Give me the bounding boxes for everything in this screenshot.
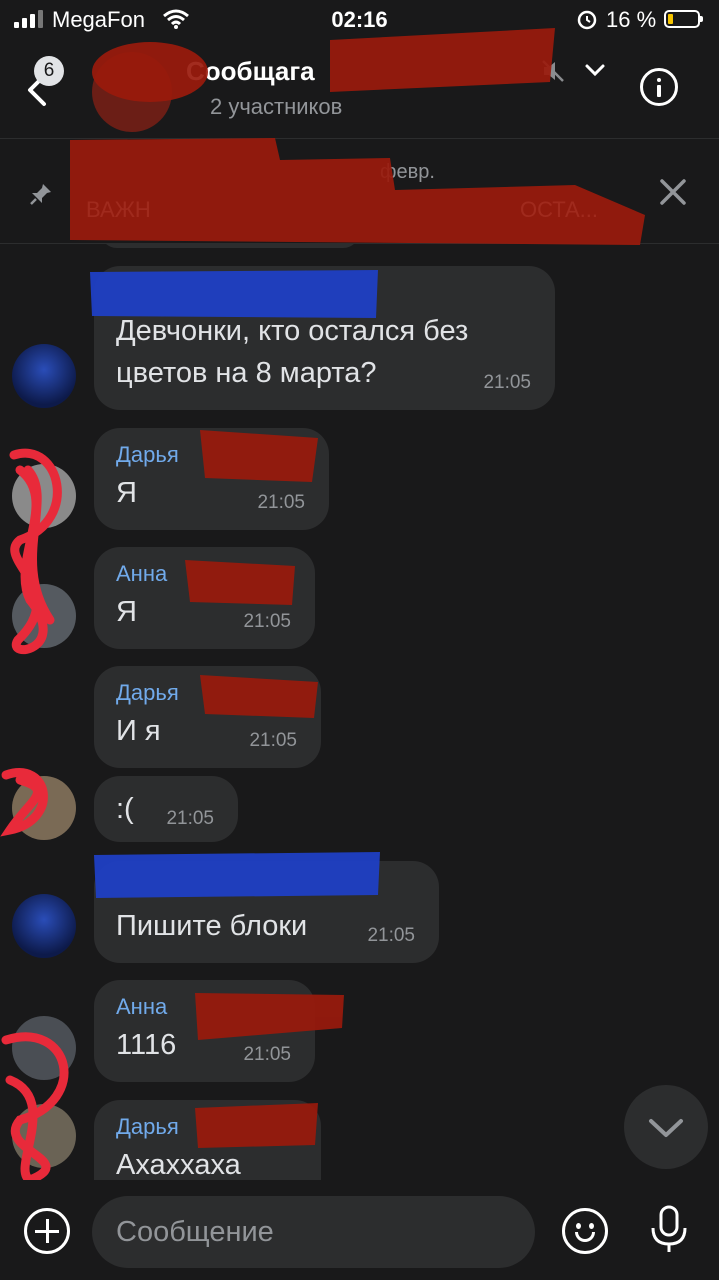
avatar[interactable]	[12, 776, 76, 840]
info-button[interactable]	[640, 68, 678, 106]
muted-speaker-icon	[542, 60, 564, 82]
message-time: 21:05	[166, 808, 214, 829]
message-bubble[interactable]: Дарья Я 21:05	[94, 428, 329, 530]
chat-members-count[interactable]: 2 участников	[210, 94, 342, 120]
avatar[interactable]	[12, 464, 76, 528]
chat-title[interactable]: Сообщага	[186, 56, 315, 87]
alarm-icon	[577, 10, 597, 30]
message-time: 21:05	[483, 372, 531, 393]
chevron-down-icon	[649, 1119, 683, 1137]
close-icon[interactable]	[656, 175, 690, 209]
sender-name[interactable]: Анна	[116, 561, 293, 591]
message-time: 21:05	[243, 611, 291, 632]
unread-badge: 6	[34, 56, 64, 86]
battery-icon	[664, 10, 703, 28]
message-composer: Сообщение	[0, 1180, 719, 1280]
avatar[interactable]	[12, 894, 76, 958]
pinned-text: ВАЖН	[86, 197, 151, 222]
message-time: 21:05	[367, 925, 415, 946]
chat-header: 6 Сообщага 2 участников	[0, 40, 719, 139]
sender-name[interactable]: Дарья	[116, 442, 307, 472]
sender-name[interactable]	[116, 280, 533, 310]
smile-icon[interactable]	[562, 1208, 608, 1254]
message-bubble[interactable]: Анна 1116 21:05	[94, 980, 315, 1082]
pin-icon	[30, 184, 51, 205]
message-time: 21:05	[243, 1044, 291, 1065]
message-list[interactable]: Девчонки, кто остался без цветов на 8 ма…	[0, 244, 719, 1180]
message-bubble[interactable]: Дарья Ахаххаха	[94, 1100, 321, 1180]
pinned-text-tail: ОСТА...	[520, 197, 598, 222]
sender-name[interactable]: Анна	[116, 994, 293, 1024]
message-time: 21:05	[249, 730, 297, 751]
avatar[interactable]	[12, 1104, 76, 1168]
sender-name[interactable]: Дарья	[116, 1114, 299, 1144]
pinned-date: февр.	[380, 161, 435, 183]
message-time: 21:05	[257, 492, 305, 513]
status-bar: MegaFon 02:16 16 %	[0, 0, 719, 40]
scroll-down-button[interactable]	[624, 1085, 708, 1169]
message-bubble[interactable]: Девчонки, кто остался без цветов на 8 ма…	[94, 266, 555, 410]
message-bubble[interactable]	[100, 244, 360, 248]
avatar[interactable]	[12, 1016, 76, 1080]
avatar[interactable]	[12, 344, 76, 408]
battery-percent: 16 %	[606, 7, 657, 32]
message-text: Девчонки, кто остался без цветов на 8 ма…	[116, 315, 469, 389]
message-input[interactable]: Сообщение	[92, 1196, 535, 1268]
pinned-message[interactable]: февр. ВАЖН ОСТА...	[0, 139, 719, 244]
microphone-icon[interactable]	[648, 1204, 690, 1256]
message-bubble[interactable]: Дарья И я 21:05	[94, 666, 321, 768]
sender-name[interactable]: Дарья	[116, 680, 299, 710]
sender-name[interactable]	[116, 875, 417, 905]
plus-circle-icon[interactable]	[24, 1208, 70, 1254]
message-bubble[interactable]: :( 21:05	[94, 776, 238, 842]
chat-avatar[interactable]	[92, 52, 172, 132]
message-bubble[interactable]: Пишите блоки 21:05	[94, 861, 439, 963]
avatar[interactable]	[12, 584, 76, 648]
chevron-down-icon[interactable]	[584, 62, 606, 78]
message-text: Ахаххаха	[116, 1149, 241, 1180]
message-bubble[interactable]: Анна Я 21:05	[94, 547, 315, 649]
